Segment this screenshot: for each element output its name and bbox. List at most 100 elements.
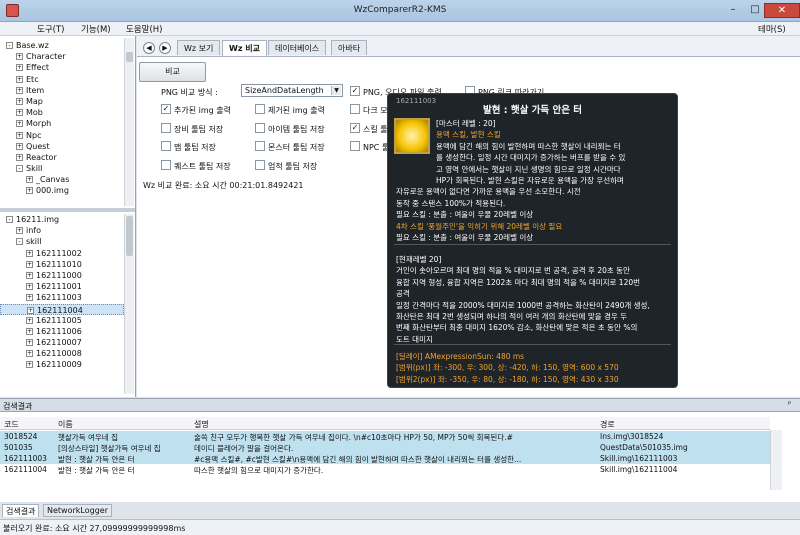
menu-tools[interactable]: 도구(T) <box>37 23 64 35</box>
menu-help[interactable]: 도움말(H) <box>126 23 162 35</box>
wz-tree-top[interactable]: - Base.wz + Character + Effect + Etc + Item + Map + M… <box>0 40 124 206</box>
expand-icon[interactable]: + <box>16 86 23 94</box>
expand-icon[interactable]: + <box>26 283 33 291</box>
expand-icon[interactable]: + <box>16 120 23 128</box>
tree-node[interactable]: + _Canvas <box>0 174 124 185</box>
table-row[interactable]: 162111003 발현 : 햇살 가득 안은 터 #c용맥 스킬#, #c발현 스… <box>0 453 770 464</box>
tree-node[interactable]: +162111002 <box>0 248 124 259</box>
skill-tooltip-checkbox[interactable]: ✓ <box>350 123 360 133</box>
expand-icon[interactable]: + <box>16 53 23 61</box>
col-code[interactable]: 코드 <box>4 419 19 430</box>
tree-top-scrollbar[interactable] <box>124 38 134 206</box>
tree-node[interactable]: + Item <box>0 85 124 96</box>
tree-node[interactable]: +000.img <box>0 185 124 196</box>
compare-button[interactable]: 비교 <box>139 62 206 82</box>
added-img-checkbox[interactable]: ✓ <box>161 104 171 114</box>
tree-node[interactable]: -16211.img <box>0 214 124 225</box>
expand-icon[interactable]: + <box>26 327 33 335</box>
collapse-icon[interactable]: - <box>6 42 13 49</box>
close-button[interactable]: ✕ <box>764 3 800 18</box>
expand-icon[interactable]: + <box>26 176 33 184</box>
tree-node[interactable]: +162111005 <box>0 315 124 326</box>
png-mode-select[interactable]: SizeAndDataLength ▼ <box>241 84 343 97</box>
tree-node[interactable]: + Mob <box>0 107 124 118</box>
tree-node[interactable]: + info <box>0 225 124 236</box>
item-tooltip-checkbox[interactable] <box>255 123 265 133</box>
tree-bottom-scrollbar[interactable] <box>124 214 134 394</box>
expand-icon[interactable]: + <box>16 227 23 235</box>
maximize-button[interactable]: □ <box>744 3 766 18</box>
expand-icon[interactable]: + <box>16 109 23 117</box>
map-tooltip-checkbox[interactable] <box>161 141 171 151</box>
table-row[interactable]: 162111004 발현 : 햇살 가득 안은 터 따스한 햇살의 힘으로 대미지가… <box>0 464 770 475</box>
tree-bottom-scroll-thumb[interactable] <box>126 216 133 256</box>
tab-avatar[interactable]: 아바타 <box>331 40 368 55</box>
tree-splitter[interactable] <box>0 208 135 212</box>
quest-tooltip-checkbox[interactable] <box>161 160 171 170</box>
pin-icon[interactable]: ᴾ <box>788 400 791 409</box>
tree-node[interactable]: + Character <box>0 51 124 62</box>
expand-icon[interactable]: + <box>26 271 33 279</box>
img-tree-bottom[interactable]: -16211.img + info - skill +162111002 +16211101… <box>0 214 124 394</box>
tab-wz-view[interactable]: Wz 보기 <box>177 40 221 55</box>
tree-node[interactable]: +162111004 <box>0 303 124 315</box>
tree-node[interactable]: + Quest <box>0 141 124 152</box>
col-desc[interactable]: 설명 <box>194 419 209 430</box>
collapse-icon[interactable]: - <box>16 238 23 246</box>
equip-tooltip-checkbox[interactable] <box>161 123 171 133</box>
tab-wz-compare[interactable]: Wz 비교 <box>222 40 267 56</box>
expand-icon[interactable]: + <box>16 64 23 72</box>
col-name[interactable]: 이름 <box>58 419 73 430</box>
tree-node[interactable]: - Skill <box>0 163 124 174</box>
back-icon[interactable]: ◀ <box>143 42 155 54</box>
results-scrollbar[interactable] <box>770 430 782 490</box>
menu-theme[interactable]: 테마(S) <box>758 23 786 35</box>
tree-node[interactable]: + Morph <box>0 118 124 129</box>
dark-mode-checkbox[interactable] <box>350 104 360 114</box>
tab-network-logger[interactable]: NetworkLogger <box>43 504 112 517</box>
tree-node[interactable]: +162111003 <box>0 292 124 303</box>
expand-icon[interactable]: + <box>26 316 33 324</box>
tree-node[interactable]: +162111001 <box>0 281 124 292</box>
expand-icon[interactable]: + <box>16 97 23 105</box>
expand-icon[interactable]: + <box>26 339 33 347</box>
removed-img-checkbox[interactable] <box>255 104 265 114</box>
tree-node[interactable]: +162110009 <box>0 359 124 370</box>
expand-icon[interactable]: + <box>27 306 34 314</box>
collapse-icon[interactable]: - <box>16 165 23 173</box>
expand-icon[interactable]: + <box>26 260 33 268</box>
expand-icon[interactable]: + <box>16 75 23 83</box>
collapse-icon[interactable]: - <box>6 216 13 223</box>
tree-node[interactable]: +162111006 <box>0 326 124 337</box>
tab-database[interactable]: 데이터베이스 <box>268 40 327 55</box>
tree-node[interactable]: - Base.wz <box>0 40 124 51</box>
dropdown-arrow-icon[interactable]: ▼ <box>331 86 341 95</box>
expand-icon[interactable]: + <box>16 131 23 139</box>
tree-node[interactable]: + Map <box>0 96 124 107</box>
npc-tooltip-checkbox[interactable] <box>350 141 360 151</box>
col-path[interactable]: 경로 <box>600 419 615 430</box>
tab-search-results[interactable]: 검색결과 <box>2 504 40 517</box>
expand-icon[interactable]: + <box>26 361 33 369</box>
expand-icon[interactable]: + <box>26 187 33 195</box>
forward-icon[interactable]: ▶ <box>159 42 171 54</box>
tree-node[interactable]: +162110008 <box>0 348 124 359</box>
tree-node[interactable]: + Effect <box>0 62 124 73</box>
tree-node[interactable]: + Reactor <box>0 152 124 163</box>
tree-node[interactable]: +162111000 <box>0 270 124 281</box>
table-row[interactable]: 501035 [의상스타일] 햇살가득 여우네 집 데이디 블레어가 말을 걸어온다… <box>0 442 770 453</box>
expand-icon[interactable]: + <box>26 294 33 302</box>
tree-node[interactable]: + Npc <box>0 130 124 141</box>
tree-top-scroll-thumb[interactable] <box>126 52 133 62</box>
png-audio-checkbox[interactable]: ✓ <box>350 86 360 96</box>
expand-icon[interactable]: + <box>26 350 33 358</box>
tree-node[interactable]: +162111010 <box>0 259 124 270</box>
tree-node[interactable]: - skill <box>0 236 124 247</box>
mob-tooltip-checkbox[interactable] <box>255 141 265 151</box>
expand-icon[interactable]: + <box>26 249 33 257</box>
table-row[interactable]: 3018524 햇살가득 여우네 집 술쓱 친구 모두가 행복한 햇살 가득 여우네… <box>0 431 770 442</box>
achievement-tooltip-checkbox[interactable] <box>255 160 265 170</box>
tree-node[interactable]: +162110007 <box>0 337 124 348</box>
tree-node[interactable]: + Etc <box>0 74 124 85</box>
expand-icon[interactable]: + <box>16 153 23 161</box>
